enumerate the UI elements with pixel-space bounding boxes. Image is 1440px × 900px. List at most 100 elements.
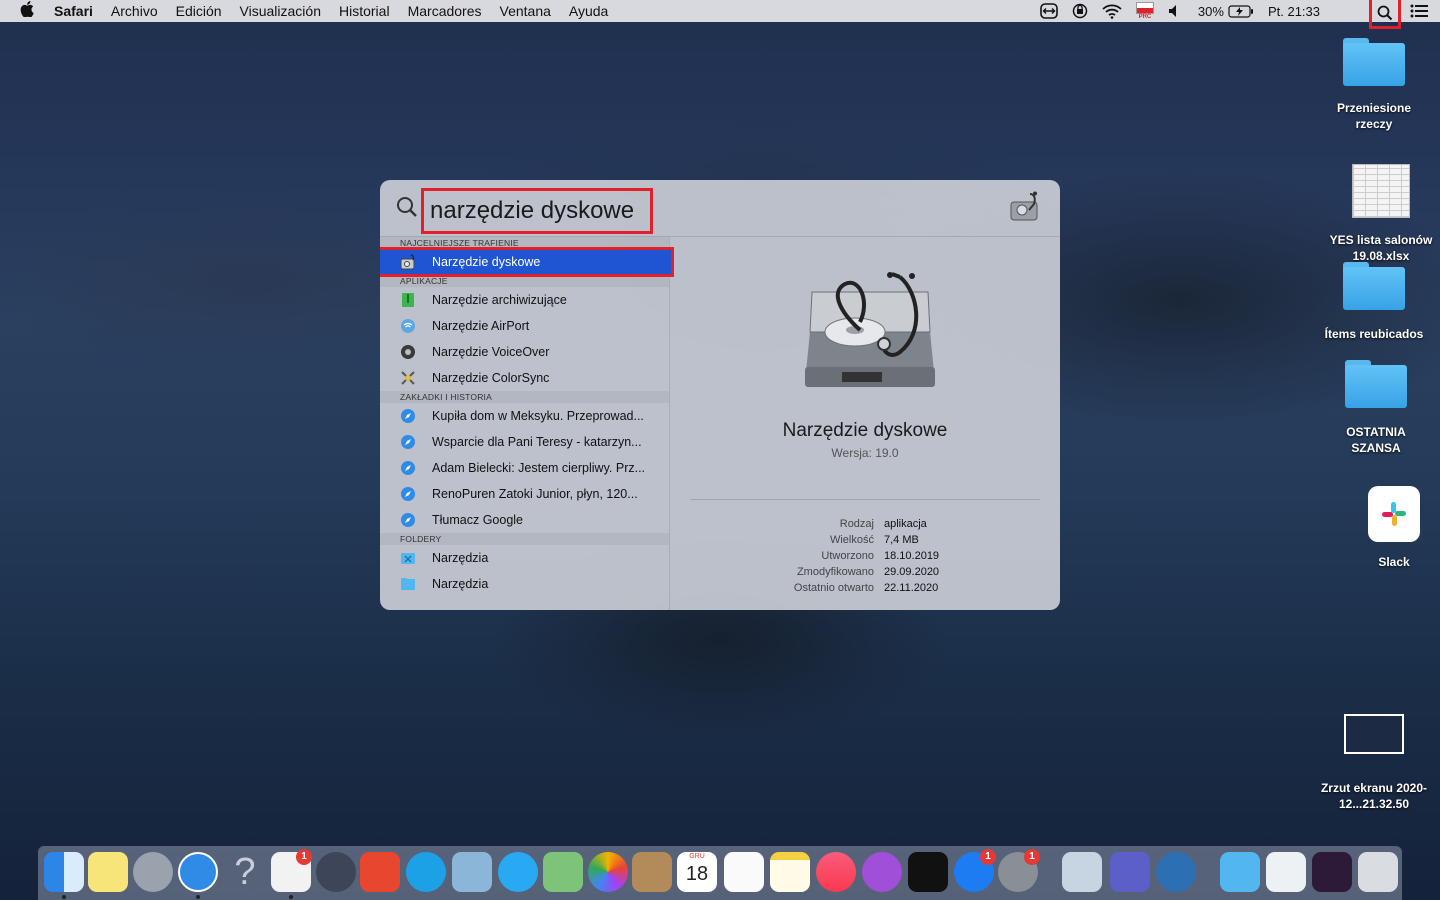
meta-value: 22.11.2020 bbox=[884, 582, 939, 594]
meta-key: Wielkość bbox=[829, 534, 874, 546]
section-bookmarks: ZAKŁADKI I HISTORIA bbox=[380, 391, 669, 403]
desktop-icon-zrzut-ekranu[interactable]: Zrzut ekranu 2020-12...21.32.50 bbox=[1312, 714, 1436, 812]
result-label: Narzędzie archiwizujące bbox=[432, 293, 567, 307]
calendar-icon[interactable]: GRU 18 bbox=[677, 852, 717, 892]
folder-icon bbox=[1343, 38, 1405, 86]
podcasts-icon[interactable] bbox=[862, 852, 902, 892]
folder-icon[interactable] bbox=[1220, 852, 1260, 892]
result-label: Tłumacz Google bbox=[432, 513, 524, 527]
results-list: NAJCELNIEJSZE TRAFIENIE Narzędzie dyskow… bbox=[380, 237, 674, 610]
volume-icon[interactable] bbox=[1168, 4, 1184, 18]
meta-value: 7,4 MB bbox=[884, 534, 919, 546]
desktop-icon-ostatnia-szansa[interactable]: OSTATNIA SZANSA bbox=[1330, 360, 1422, 456]
result-app[interactable]: Narzędzie archiwizujące bbox=[380, 287, 669, 313]
appletv-icon[interactable] bbox=[908, 852, 948, 892]
meta-row: Zmodyfikowano 29.09.2020 bbox=[670, 566, 1060, 582]
preview-pane: Narzędzie dyskowe Wersja: 19.0 Rodzaj apl… bbox=[670, 237, 1060, 610]
result-app[interactable]: Narzędzie VoiceOver bbox=[380, 339, 669, 365]
teamviewer-icon[interactable] bbox=[1040, 3, 1058, 19]
contacts-icon[interactable] bbox=[632, 852, 672, 892]
photos-icon[interactable] bbox=[588, 852, 628, 892]
preview-icon[interactable] bbox=[452, 852, 492, 892]
menu-marcadores[interactable]: Marcadores bbox=[408, 3, 482, 19]
stickies-icon[interactable] bbox=[88, 852, 128, 892]
desktop-icon-label: Zrzut ekranu 2020-12...21.32.50 bbox=[1320, 781, 1428, 811]
vpn-icon[interactable] bbox=[1072, 3, 1088, 19]
result-label: Narzędzie ColorSync bbox=[432, 371, 550, 385]
menu-visualizacion[interactable]: Visualización bbox=[240, 3, 321, 19]
result-folder[interactable]: Narzędzia bbox=[380, 571, 669, 597]
finder-icon[interactable] bbox=[44, 852, 84, 892]
menu-app-name[interactable]: Safari bbox=[54, 3, 93, 19]
result-app[interactable]: Narzędzie ColorSync bbox=[380, 365, 669, 391]
colorsync-utility-icon bbox=[400, 370, 416, 386]
voiceover-utility-icon bbox=[400, 344, 416, 360]
screenshot-icon[interactable] bbox=[1312, 852, 1352, 892]
reminders-icon[interactable] bbox=[724, 852, 764, 892]
quicktime-icon[interactable] bbox=[1156, 852, 1196, 892]
apple-menu-icon[interactable] bbox=[20, 0, 40, 22]
clock[interactable]: Pt. 21:33 bbox=[1268, 4, 1320, 19]
menu-ventana[interactable]: Ventana bbox=[500, 3, 551, 19]
meta-key: Utworzono bbox=[821, 550, 874, 562]
result-bookmark[interactable]: Kupiła dom w Meksyku. Przeprowad... bbox=[380, 403, 669, 429]
meta-value: 29.09.2020 bbox=[884, 566, 940, 578]
disk-utility-large-icon bbox=[800, 272, 940, 407]
search-icon bbox=[396, 196, 418, 223]
maps-icon[interactable] bbox=[543, 852, 583, 892]
spotlight-window: narzędzie dyskowe NAJCELNIEJSZE TRAFIENI… bbox=[380, 180, 1060, 610]
meta-row: Utworzono 18.10.2019 bbox=[670, 550, 1060, 566]
calendar-day: 18 bbox=[685, 863, 709, 885]
anydesk-icon[interactable] bbox=[360, 852, 400, 892]
menu-edicion[interactable]: Edición bbox=[176, 3, 222, 19]
dock-badge: 1 bbox=[980, 849, 996, 865]
desktop-icon-slack[interactable]: Slack bbox=[1360, 486, 1428, 570]
spotlight-icon[interactable] bbox=[1369, 0, 1401, 29]
result-bookmark[interactable]: Tłumacz Google bbox=[380, 507, 669, 533]
wifi-icon[interactable] bbox=[1102, 4, 1122, 19]
preview-metadata: Rodzaj aplikacja Wielkość 7,4 MB Utworzono… bbox=[670, 518, 1060, 598]
meta-value: 18.10.2019 bbox=[884, 550, 940, 562]
keychain-icon[interactable] bbox=[316, 852, 356, 892]
desktop-icon-label: Przeniesione rzeczy bbox=[1336, 101, 1412, 131]
menu-ayuda[interactable]: Ayuda bbox=[569, 3, 608, 19]
safari-bookmark-icon bbox=[400, 486, 416, 502]
teams-icon[interactable] bbox=[1110, 852, 1150, 892]
imagecapture-icon[interactable] bbox=[1062, 852, 1102, 892]
result-bookmark[interactable]: RenoPuren Zatoki Junior, płyn, 120... bbox=[380, 481, 669, 507]
menu-archivo[interactable]: Archivo bbox=[111, 3, 158, 19]
launchpad-icon[interactable] bbox=[133, 852, 173, 892]
messages-icon[interactable] bbox=[498, 852, 538, 892]
result-bookmark[interactable]: Wsparcie dla Pani Teresy - katarzyn... bbox=[380, 429, 669, 455]
preview-version: Wersja: 19.0 bbox=[831, 446, 899, 460]
result-folder[interactable]: Narzędzia bbox=[380, 545, 669, 571]
result-app[interactable]: Narzędzie AirPort bbox=[380, 313, 669, 339]
desktop-icon-yes-lista[interactable]: YES lista salonów 19.08.xlsx bbox=[1322, 164, 1440, 264]
notes-icon[interactable] bbox=[770, 852, 810, 892]
battery-icon[interactable] bbox=[1228, 4, 1254, 18]
dock-badge: 1 bbox=[1024, 849, 1040, 865]
slack-icon bbox=[1368, 486, 1420, 542]
desktop-icon-label: YES lista salonów 19.08.xlsx bbox=[1329, 233, 1433, 263]
menu-historial[interactable]: Historial bbox=[339, 3, 390, 19]
notification-center-icon[interactable] bbox=[1410, 4, 1428, 18]
safari-icon[interactable] bbox=[178, 852, 218, 892]
result-label: Narzędzie dyskowe bbox=[432, 255, 541, 269]
spotlight-search-bar: narzędzie dyskowe bbox=[380, 180, 1060, 237]
document-icon[interactable] bbox=[1266, 852, 1306, 892]
result-top-hit[interactable]: Narzędzie dyskowe bbox=[380, 247, 674, 277]
section-top-hit: NAJCELNIEJSZE TRAFIENIE bbox=[380, 237, 669, 249]
keyboard-flag-icon[interactable]: PRC bbox=[1135, 1, 1154, 21]
desktop-icon-przeniesione[interactable]: Przeniesione rzeczy bbox=[1318, 38, 1430, 132]
music-icon[interactable] bbox=[816, 852, 856, 892]
spotlight-search-input[interactable]: narzędzie dyskowe bbox=[421, 188, 653, 234]
result-label: Narzędzia bbox=[432, 551, 489, 565]
result-label: Narzędzie VoiceOver bbox=[432, 345, 550, 359]
result-label: RenoPuren Zatoki Junior, płyn, 120... bbox=[432, 487, 638, 501]
desktop-icon-items-reubicados[interactable]: Ítems reubicados bbox=[1314, 262, 1434, 342]
help-icon[interactable]: ? bbox=[225, 852, 265, 892]
skype-icon[interactable] bbox=[406, 852, 446, 892]
trash-icon[interactable] bbox=[1358, 852, 1398, 892]
safari-bookmark-icon bbox=[400, 408, 416, 424]
result-bookmark[interactable]: Adam Bielecki: Jestem cierpliwy. Prz... bbox=[380, 455, 669, 481]
